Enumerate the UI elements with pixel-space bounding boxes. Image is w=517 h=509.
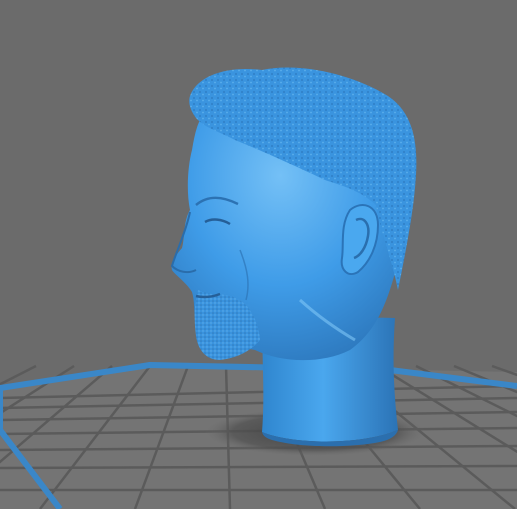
3d-viewport[interactable] [0, 0, 517, 509]
viewport-scene[interactable] [0, 0, 517, 509]
